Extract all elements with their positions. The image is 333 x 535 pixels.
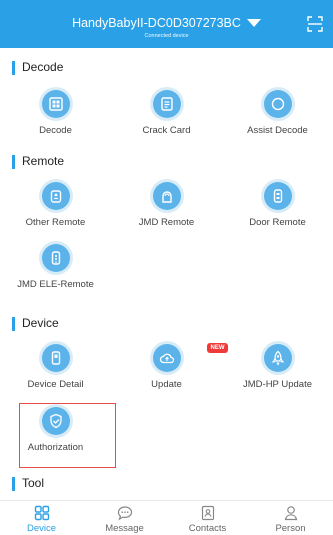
jmd-ele-remote-icon bbox=[41, 244, 70, 272]
grid-item-decode[interactable]: Decode bbox=[0, 86, 111, 144]
other-remote-icon bbox=[41, 182, 70, 210]
device-name-row[interactable]: HandyBabyII-DC0D307273BC bbox=[72, 16, 261, 30]
grid-item-update[interactable]: Update bbox=[111, 340, 222, 398]
selection-highlight bbox=[19, 403, 116, 468]
grid-item-label: Decode bbox=[39, 125, 72, 136]
grid-item-other-remote[interactable]: Other Remote bbox=[0, 178, 111, 236]
grid-item-label: JMD Remote bbox=[138, 217, 195, 228]
caret-down-icon[interactable] bbox=[246, 19, 261, 27]
tab-label: Person bbox=[275, 523, 306, 534]
rocket-icon bbox=[263, 344, 292, 372]
grid-item-jmd-remote[interactable]: JMD Remote bbox=[111, 178, 222, 236]
section-header-device: Device bbox=[0, 310, 333, 336]
grid-item-door-remote[interactable]: Door Remote bbox=[222, 178, 333, 236]
scan-icon[interactable] bbox=[307, 16, 323, 32]
grid-item-label: Door Remote bbox=[249, 217, 306, 228]
section-accent-bar bbox=[12, 477, 15, 491]
door-remote-icon bbox=[263, 182, 292, 210]
grid-item-label: JMD ELE-Remote bbox=[17, 279, 94, 290]
jmd-remote-icon bbox=[152, 182, 181, 210]
message-bubble-icon bbox=[117, 506, 132, 521]
section-header-remote: Remote bbox=[0, 148, 333, 174]
grid-item-label: Update bbox=[151, 379, 182, 390]
cloud-upload-icon bbox=[152, 344, 181, 372]
device-grid-icon bbox=[34, 505, 49, 521]
tab-message[interactable]: Message bbox=[83, 501, 166, 535]
tab-label: Contacts bbox=[188, 523, 227, 534]
section-header-tool: Tool bbox=[0, 470, 333, 496]
contacts-card-icon bbox=[201, 505, 214, 521]
device-detail-icon bbox=[41, 344, 70, 372]
assist-decode-icon bbox=[263, 90, 292, 118]
section-title: Remote bbox=[22, 154, 65, 168]
tab-label: Message bbox=[105, 523, 144, 534]
bottom-tab-bar: Device Message Contacts Person bbox=[0, 500, 333, 535]
crack-card-icon bbox=[152, 90, 181, 118]
grid-item-label: Crack Card bbox=[142, 125, 191, 136]
connection-status: Connected device bbox=[144, 33, 189, 39]
section-accent-bar bbox=[12, 317, 15, 331]
grid-item-assist-decode[interactable]: Assist Decode bbox=[222, 86, 333, 144]
main-content: Decode Decode Crack Card Assist Decode R… bbox=[0, 48, 333, 500]
top-bar: HandyBabyII-DC0D307273BC Connected devic… bbox=[0, 0, 333, 48]
grid-item-label: Assist Decode bbox=[247, 125, 308, 136]
grid-item-device-detail[interactable]: Device Detail bbox=[0, 340, 111, 398]
grid-item-label: JMD-HP Update bbox=[243, 379, 312, 390]
tab-device[interactable]: Device bbox=[0, 501, 83, 535]
section-accent-bar bbox=[12, 155, 15, 169]
device-selector[interactable]: HandyBabyII-DC0D307273BC Connected devic… bbox=[0, 14, 333, 40]
device-name: HandyBabyII-DC0D307273BC bbox=[72, 16, 241, 30]
section-title: Tool bbox=[22, 476, 45, 490]
grid-item-crack-card[interactable]: Crack Card bbox=[111, 86, 222, 144]
section-header-decode: Decode bbox=[0, 54, 333, 80]
tab-person[interactable]: Person bbox=[249, 501, 332, 535]
person-icon bbox=[284, 506, 297, 521]
grid-item-label: Device Detail bbox=[27, 379, 84, 390]
grid-item-jmd-ele-remote[interactable]: JMD ELE-Remote bbox=[0, 240, 111, 298]
section-accent-bar bbox=[12, 61, 15, 75]
tab-contacts[interactable]: Contacts bbox=[166, 501, 249, 535]
tab-label: Device bbox=[26, 523, 57, 534]
grid-item-label: Other Remote bbox=[25, 217, 86, 228]
section-title: Decode bbox=[22, 60, 64, 74]
grid-item-jmd-hp-update[interactable]: JMD-HP Update bbox=[222, 340, 333, 398]
section-title: Device bbox=[22, 316, 59, 330]
decode-grid-icon bbox=[41, 90, 70, 118]
